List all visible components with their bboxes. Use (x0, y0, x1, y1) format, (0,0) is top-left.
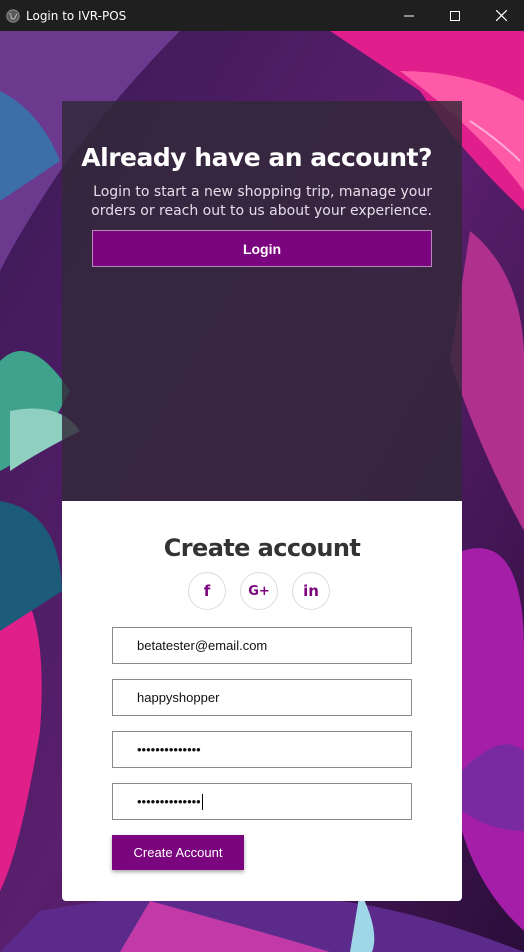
password-value: •••••••••••••• (137, 742, 201, 757)
username-value: happyshopper (137, 690, 220, 705)
text-caret (201, 793, 203, 810)
minimize-button[interactable] (386, 0, 432, 31)
signin-heading: Already have an account? (81, 143, 432, 172)
username-field[interactable]: happyshopper (112, 679, 412, 716)
close-button[interactable] (478, 0, 524, 31)
register-card: Create account f G+ in betatester@email.… (62, 501, 462, 901)
window-title: Login to IVR-POS (26, 8, 127, 23)
close-icon (495, 10, 507, 21)
facebook-icon: f (203, 582, 211, 600)
login-button[interactable]: Login (92, 230, 432, 267)
create-account-button[interactable]: Create Account (112, 835, 244, 870)
signin-description: Login to start a new shopping trip, mana… (91, 184, 432, 219)
email-field[interactable]: betatester@email.com (112, 627, 412, 664)
signin-panel: Already have an account? Login to start … (62, 101, 462, 501)
social-buttons: f G+ in (188, 572, 330, 610)
google-plus-button[interactable]: G+ (240, 572, 278, 610)
maximize-button[interactable] (432, 0, 478, 31)
minimize-icon (404, 15, 414, 16)
google-plus-icon: G+ (248, 583, 270, 599)
window-titlebar: Login to IVR-POS (0, 0, 524, 31)
linkedin-icon: in (303, 582, 319, 600)
linkedin-button[interactable]: in (292, 572, 330, 610)
password-field[interactable]: •••••••••••••• (112, 731, 412, 768)
maximize-icon (450, 10, 460, 21)
register-heading: Create account (163, 534, 361, 562)
confirm-password-value: •••••••••••••• (137, 794, 201, 809)
confirm-password-field[interactable]: •••••••••••••• (112, 783, 412, 820)
email-value: betatester@email.com (137, 638, 268, 653)
globe-icon (6, 8, 20, 23)
facebook-button[interactable]: f (188, 572, 226, 610)
